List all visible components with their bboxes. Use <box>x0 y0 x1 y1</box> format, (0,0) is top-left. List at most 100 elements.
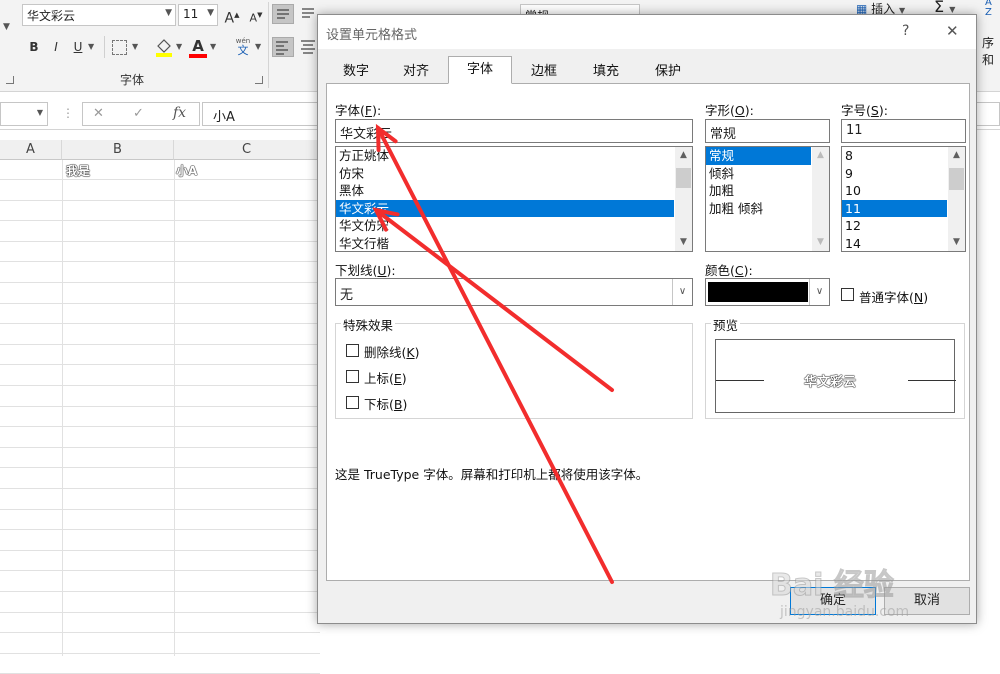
sort-filter-label[interactable]: 序和 <box>982 34 1000 68</box>
list-item[interactable]: 华文仿宋 <box>336 217 674 235</box>
underline-select[interactable]: 无 ∨ <box>335 278 693 306</box>
grid-row[interactable] <box>0 181 320 201</box>
chevron-down-icon[interactable]: ▼ <box>207 8 214 18</box>
list-item[interactable]: 10 <box>842 182 947 200</box>
column-header-a[interactable]: A <box>0 140 62 160</box>
style-scrollbar[interactable]: ▲ ▼ <box>812 147 829 251</box>
fill-color-button[interactable] <box>154 37 174 57</box>
superscript-label[interactable]: 上标(E) <box>364 368 407 387</box>
list-item[interactable]: 倾斜 <box>706 165 811 183</box>
underline-button[interactable]: U <box>68 37 88 57</box>
grid-row[interactable] <box>0 242 320 263</box>
list-item[interactable]: 14 <box>842 235 947 253</box>
grid-row[interactable] <box>0 613 320 634</box>
chevron-down-icon[interactable]: ▼ <box>37 108 43 117</box>
italic-button[interactable]: I <box>46 37 66 57</box>
grid-row[interactable] <box>0 654 320 674</box>
chevron-down-icon[interactable]: ▼ <box>165 8 172 18</box>
tab-alignment[interactable]: 对齐 <box>388 58 444 84</box>
align-left-button[interactable] <box>272 37 294 57</box>
list-item[interactable]: 华文彩云 <box>336 199 674 217</box>
font-scrollbar[interactable]: ▲ ▼ <box>675 147 692 251</box>
font-name-input[interactable]: 华文彩云 <box>335 119 693 143</box>
normal-font-label[interactable]: 普通字体(N) <box>859 287 928 306</box>
grid-row[interactable] <box>0 222 320 242</box>
font-size-listbox[interactable]: 8 9 10 11 12 14 ▲ ▼ <box>841 146 966 252</box>
tab-number[interactable]: 数字 <box>328 58 384 84</box>
chevron-down-icon[interactable]: ∨ <box>809 279 829 305</box>
grid-row[interactable] <box>0 160 320 180</box>
cancel-icon[interactable]: ✕ <box>93 106 104 121</box>
scroll-thumb[interactable] <box>676 168 691 188</box>
column-header-c[interactable]: C <box>174 140 320 160</box>
chevron-down-icon[interactable]: ▼ <box>210 42 216 51</box>
list-item[interactable]: 加粗 倾斜 <box>706 200 811 218</box>
chevron-up-icon[interactable]: ▲ <box>675 147 692 164</box>
chevron-down-icon[interactable]: ▼ <box>88 42 94 51</box>
dialog-launcher-icon[interactable] <box>6 76 14 84</box>
list-item[interactable]: 11 <box>842 199 947 217</box>
list-item[interactable]: 方正姚体 <box>336 147 674 165</box>
list-item[interactable]: 华文行楷 <box>336 235 674 253</box>
grid-row[interactable] <box>0 345 320 366</box>
tab-border[interactable]: 边框 <box>516 58 572 84</box>
list-item[interactable]: 仿宋 <box>336 165 674 183</box>
font-size-combo[interactable]: 11 ▼ <box>178 4 218 26</box>
grid-row[interactable] <box>0 428 320 448</box>
grid-row[interactable] <box>0 263 320 283</box>
chevron-down-icon[interactable]: ▼ <box>675 234 692 251</box>
tab-fill[interactable]: 填充 <box>576 58 636 84</box>
grid-row[interactable] <box>0 572 320 592</box>
list-item[interactable]: 常规 <box>706 147 811 165</box>
normal-font-checkbox[interactable] <box>841 288 854 301</box>
tab-font[interactable]: 字体 <box>448 56 512 84</box>
superscript-checkbox[interactable] <box>346 370 359 383</box>
grid-row[interactable] <box>0 490 320 510</box>
insert-function-icon[interactable]: fx <box>173 105 186 121</box>
font-color-button[interactable]: A <box>188 37 208 59</box>
color-picker[interactable]: ∨ <box>705 278 830 306</box>
grid-row[interactable] <box>0 366 320 386</box>
align-top-button[interactable] <box>272 4 294 24</box>
chevron-down-icon[interactable]: ▼ <box>3 22 10 32</box>
tab-protection[interactable]: 保护 <box>640 58 696 84</box>
align-center-button[interactable] <box>298 37 318 57</box>
scroll-thumb[interactable] <box>949 168 964 190</box>
enter-icon[interactable]: ✓ <box>133 106 144 121</box>
grid-row[interactable] <box>0 201 320 222</box>
list-item[interactable]: 加粗 <box>706 182 811 200</box>
font-style-input[interactable]: 常规 <box>705 119 830 143</box>
help-button[interactable]: ? <box>902 23 909 39</box>
grid-row[interactable] <box>0 531 320 551</box>
chevron-down-icon[interactable]: ▼ <box>948 234 965 251</box>
column-header-b[interactable]: B <box>62 140 174 160</box>
grid-row[interactable] <box>0 551 320 572</box>
grow-font-button[interactable]: A▲ <box>222 5 242 27</box>
chevron-down-icon[interactable]: ▼ <box>949 5 955 14</box>
list-item[interactable]: 12 <box>842 217 947 235</box>
font-style-listbox[interactable]: 常规 倾斜 加粗 加粗 倾斜 ▲ ▼ <box>705 146 830 252</box>
size-scrollbar[interactable]: ▲ ▼ <box>948 147 965 251</box>
strikethrough-label[interactable]: 删除线(K) <box>364 342 419 361</box>
list-item[interactable]: 9 <box>842 165 947 183</box>
grid-row[interactable] <box>0 593 320 613</box>
list-item[interactable]: 8 <box>842 147 947 165</box>
shrink-font-button[interactable]: A▼ <box>246 5 266 25</box>
phonetic-button[interactable]: wén 文 <box>232 36 254 58</box>
chevron-down-icon[interactable]: ▼ <box>176 42 182 51</box>
grid-row[interactable] <box>0 387 320 407</box>
borders-icon[interactable] <box>112 40 127 55</box>
subscript-label[interactable]: 下标(B) <box>364 394 407 413</box>
name-box[interactable]: ▼ <box>0 102 48 126</box>
align-middle-button[interactable] <box>298 4 318 24</box>
chevron-down-icon[interactable]: ▼ <box>255 42 261 51</box>
font-name-combo[interactable]: 华文彩云 ▼ <box>22 4 176 26</box>
font-size-input[interactable]: 11 <box>841 119 966 143</box>
grid-row[interactable] <box>0 469 320 489</box>
font-dialog-launcher-icon[interactable] <box>255 76 263 84</box>
grid-row[interactable] <box>0 634 320 654</box>
bold-button[interactable]: B <box>24 37 44 57</box>
font-listbox[interactable]: 方正姚体 仿宋 黑体 华文彩云 华文仿宋 华文行楷 ▲ ▼ <box>335 146 693 252</box>
grid-row[interactable] <box>0 304 320 325</box>
grid-row[interactable] <box>0 284 320 304</box>
